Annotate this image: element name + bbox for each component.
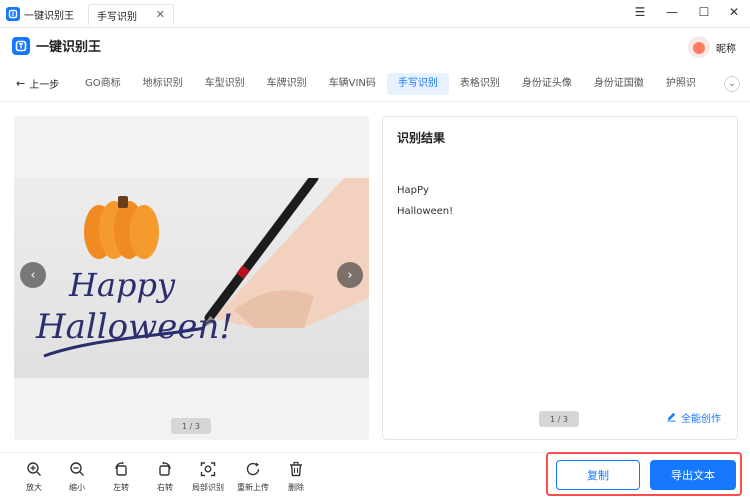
brand-logo-icon (12, 36, 30, 55)
avatar[interactable] (688, 36, 710, 58)
trash-icon (288, 461, 304, 479)
app-logo-icon (6, 7, 20, 21)
zoom-in-label: 放大 (26, 483, 42, 492)
export-text-button[interactable]: 导出文本 (650, 460, 736, 490)
zoom-in-icon (26, 461, 42, 479)
hand-with-pen-graphic (202, 173, 369, 328)
reupload-button[interactable]: 重新上传 (233, 461, 273, 493)
handwriting-line-1: Happy (68, 266, 176, 304)
nav-item[interactable]: 车辆VIN码 (318, 73, 387, 95)
app-tab[interactable]: 一键识别王 (6, 4, 74, 24)
chevron-down-icon[interactable]: ⌄ (724, 76, 740, 92)
user-menu[interactable]: 昵称 (688, 36, 736, 58)
minimize-icon[interactable]: — (664, 5, 680, 19)
rotate-left-label: 左转 (113, 483, 129, 492)
tab-handwriting[interactable]: 手写识别 ✕ (88, 4, 174, 25)
result-page-indicator: 1 / 3 (539, 411, 579, 427)
title-bar: 一键识别王 手写识别 ✕ ☰ — ☐ ✕ (0, 0, 750, 28)
result-text-line-2[interactable]: Halloween! (397, 206, 453, 217)
nav-items: GO商标 地标识别 车型识别 车牌识别 车辆VIN码 手写识别 表格识别 身份证头像 身份证国徽… (74, 72, 716, 96)
result-panel: 识别结果 HapPy Halloween! 1 / 3 全能创作 (382, 116, 738, 440)
app-header: 一键识别王 昵称 (0, 28, 750, 66)
rotate-right-label: 右转 (157, 483, 173, 492)
nav-item[interactable]: 表格识别 (449, 73, 511, 95)
nav-item[interactable]: 身份证头像 (511, 73, 583, 95)
nav-item[interactable]: 身份证国徽 (583, 73, 655, 95)
brand: 一键识别王 (12, 36, 101, 55)
copy-button[interactable]: 复制 (556, 460, 640, 490)
nav-item[interactable]: 手写识别 (386, 73, 449, 95)
back-button[interactable]: ← 上一步 (16, 76, 59, 91)
reupload-label: 重新上传 (237, 483, 269, 492)
delete-button[interactable]: 删除 (276, 461, 316, 493)
result-text-line-1[interactable]: HapPy (397, 185, 429, 196)
nav-item[interactable]: 护照识 (655, 73, 707, 95)
pumpkin-graphic (84, 196, 159, 259)
back-label: 上一步 (29, 80, 60, 91)
maximize-icon[interactable]: ☐ (696, 5, 712, 19)
arrow-left-icon: ← (16, 77, 26, 90)
rotate-left-icon (113, 461, 129, 479)
image-preview-panel: Happy Halloween! ‹ › 1 / 3 (14, 116, 369, 440)
next-image-button[interactable]: › (337, 262, 363, 288)
close-window-icon[interactable]: ✕ (726, 5, 742, 19)
tab-label: 手写识别 (97, 11, 137, 23)
brand-name: 一键识别王 (36, 40, 102, 55)
rotate-right-icon (157, 461, 173, 479)
ai-create-label: 全能创作 (681, 414, 721, 425)
image-page-indicator: 1 / 3 (171, 418, 211, 434)
nav-item[interactable]: GO商标 (74, 73, 132, 95)
nav-item[interactable]: 车牌识别 (256, 73, 318, 95)
zoom-out-icon (69, 461, 85, 479)
user-name[interactable]: 昵称 (716, 40, 736, 55)
nav-item[interactable]: 车型识别 (194, 73, 256, 95)
zoom-out-label: 缩小 (69, 483, 85, 492)
partial-recognition-button[interactable]: 局部识别 (188, 461, 228, 493)
nav-item[interactable]: 地标识别 (132, 73, 194, 95)
edit-pencil-icon (666, 411, 677, 425)
prev-image-button[interactable]: ‹ (20, 262, 46, 288)
scan-region-icon (200, 461, 216, 479)
feature-nav: ← 上一步 GO商标 地标识别 车型识别 车牌识别 车辆VIN码 手写识别 表格识别 身份证头… (0, 66, 750, 102)
reupload-icon (245, 461, 261, 479)
rotate-left-button[interactable]: 左转 (101, 461, 141, 493)
uploaded-photo: Happy Halloween! (14, 173, 369, 378)
delete-label: 删除 (288, 483, 304, 492)
close-tab-icon[interactable]: ✕ (156, 8, 165, 21)
partial-recognition-label: 局部识别 (192, 483, 224, 492)
app-tab-label: 一键识别王 (24, 10, 74, 22)
zoom-in-button[interactable]: 放大 (14, 461, 54, 493)
zoom-out-button[interactable]: 缩小 (57, 461, 97, 493)
menu-icon[interactable]: ☰ (632, 5, 648, 19)
ai-create-button[interactable]: 全能创作 (666, 410, 721, 425)
result-title: 识别结果 (397, 131, 446, 145)
rotate-right-button[interactable]: 右转 (145, 461, 185, 493)
